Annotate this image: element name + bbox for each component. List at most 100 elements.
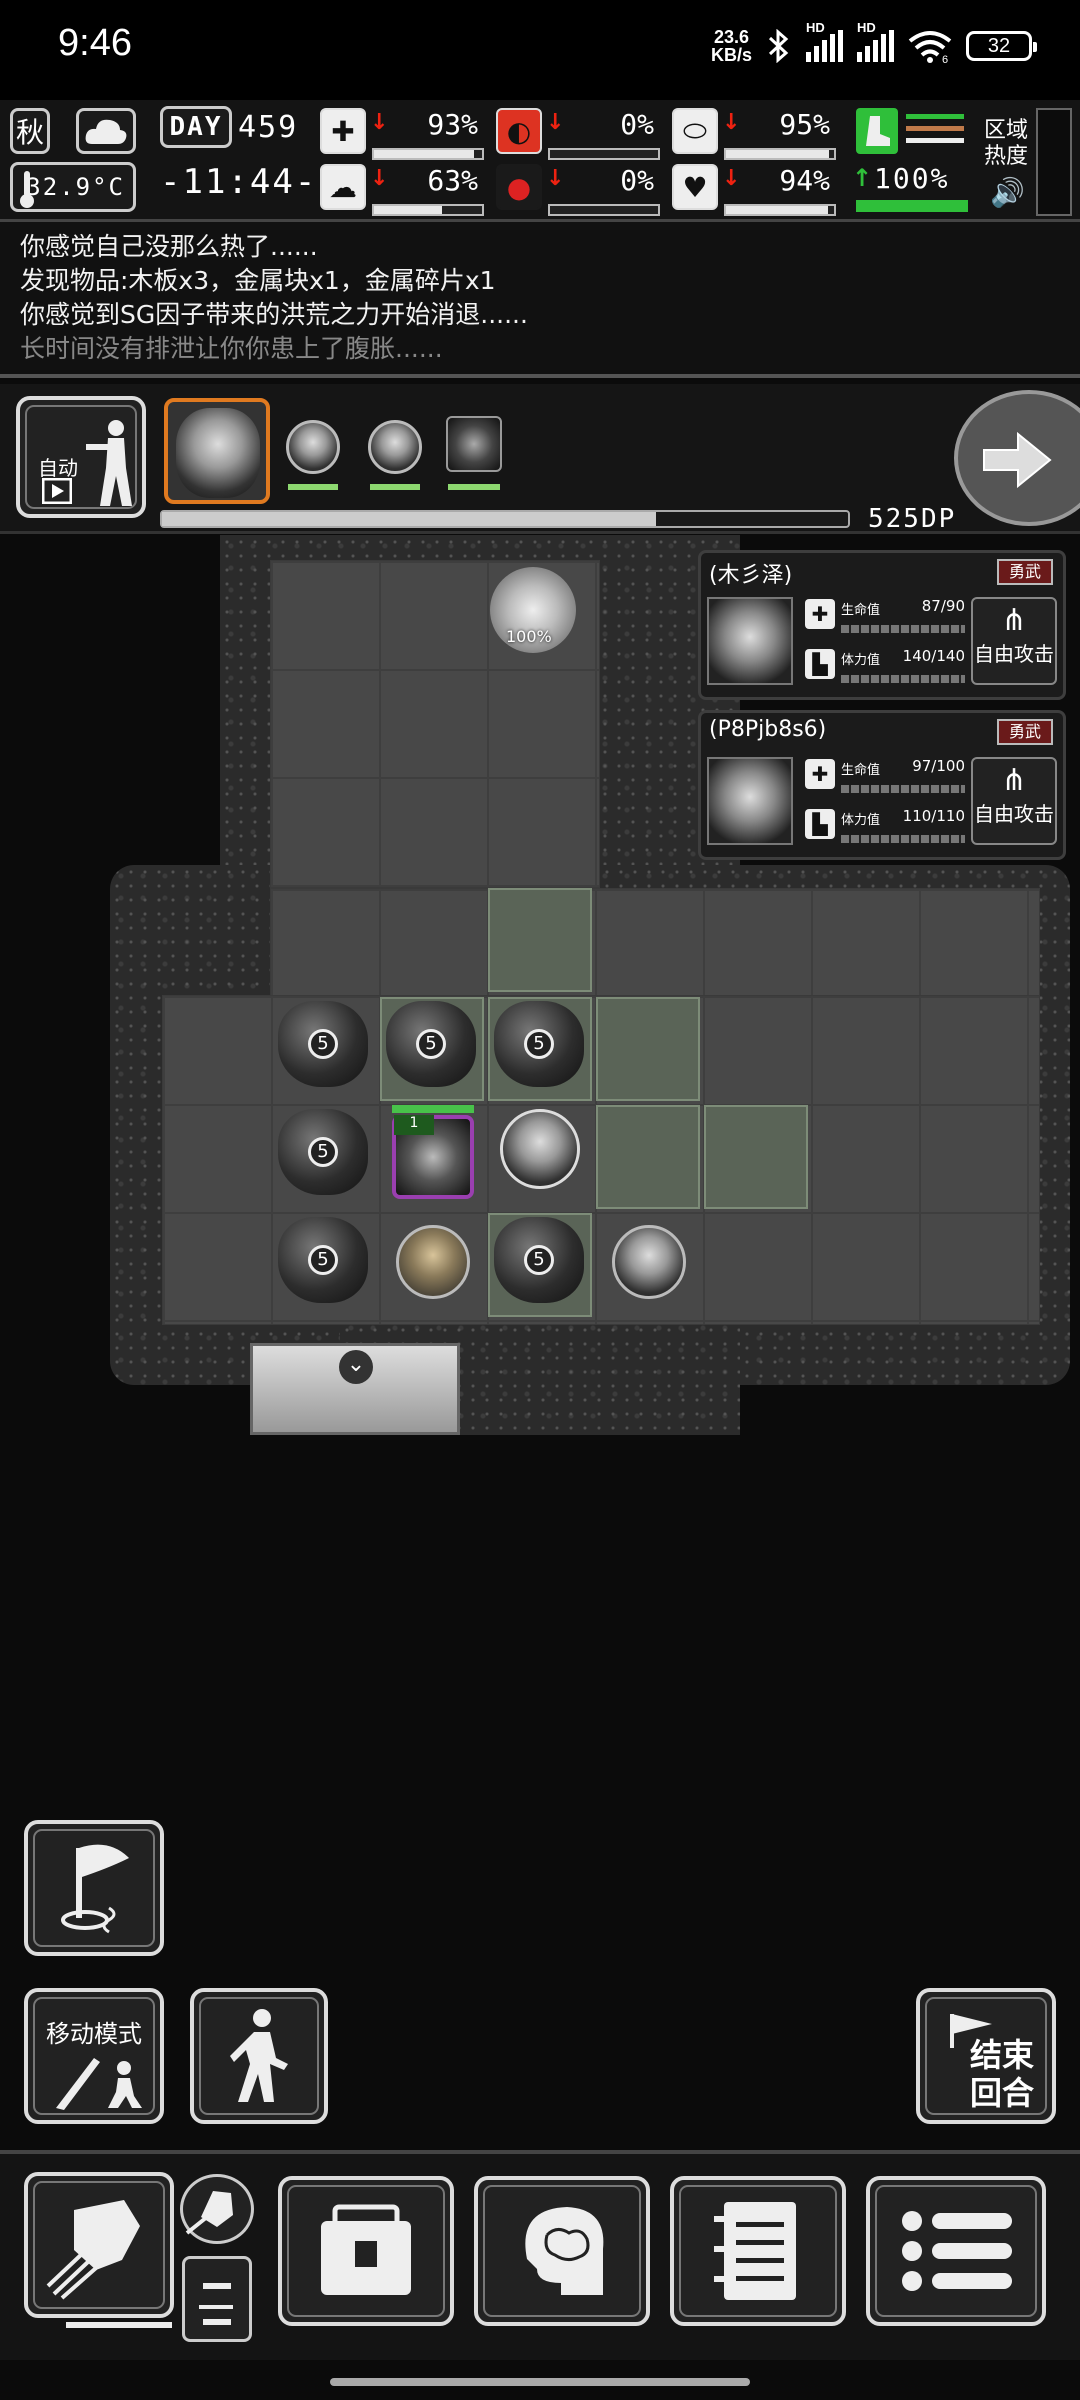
status-icons: 23.6 KB/s HD HD 6 32 xyxy=(711,20,1037,64)
loot-percent: 100% xyxy=(506,627,552,646)
sim1-label: HD xyxy=(806,20,825,35)
hp-bar xyxy=(841,785,965,793)
trident-icon: ⋔ xyxy=(1001,603,1027,638)
enemy-monster-avatar[interactable] xyxy=(446,416,502,472)
waypoint-flag-button[interactable] xyxy=(24,1820,164,1956)
avatar xyxy=(707,757,793,845)
log-line: 你感觉自己没那么热了...... xyxy=(20,232,318,261)
menu-list-icon xyxy=(902,2211,1012,2291)
backpack-icon xyxy=(321,2204,411,2295)
clock-time: 9:46 xyxy=(58,22,132,64)
character-token[interactable] xyxy=(500,1109,580,1189)
enemy-hp-bar xyxy=(392,1105,474,1113)
unit-card[interactable]: (P8Pjb8s6) 勇武 ✚ 生命值 97/100 ▙ 体力值 110/110… xyxy=(698,710,1066,860)
stamina-row: ▙ 体力值 140/140 xyxy=(805,647,965,683)
avatar xyxy=(707,597,793,685)
rock-obstacle[interactable]: 5 xyxy=(494,1001,584,1087)
sanity-value: 63% xyxy=(427,164,478,197)
rock-count: 5 xyxy=(416,1029,446,1059)
weather-cloudy-icon xyxy=(76,108,136,154)
sim2-signal-icon: HD xyxy=(857,20,894,62)
wifi-badge: 6 xyxy=(942,54,948,63)
menu-button[interactable] xyxy=(866,2176,1046,2326)
log-line: 长时间没有排泄让你你患上了腹胀...... xyxy=(20,334,443,363)
bladder-icon: ⬭ xyxy=(672,108,718,154)
craft-punch-button[interactable] xyxy=(24,2172,174,2318)
home-indicator[interactable] xyxy=(330,2378,750,2386)
rock-obstacle[interactable]: 5 xyxy=(278,1217,368,1303)
hunger-bar xyxy=(548,148,660,160)
skills-button[interactable] xyxy=(474,2176,650,2326)
enemy-level: 1 xyxy=(409,1115,419,1131)
walk-button[interactable] xyxy=(190,1988,328,2124)
arrow-right-icon xyxy=(983,432,1052,488)
move-mode-button[interactable]: 移动模式 xyxy=(24,1988,164,2124)
loot-pile-icon[interactable]: 100% xyxy=(490,567,576,653)
wifi-icon: 6 xyxy=(908,31,952,63)
day-label: DAY xyxy=(169,112,223,142)
soldier-icon xyxy=(86,420,132,506)
speaker-icon[interactable]: 🔊 xyxy=(990,176,1025,209)
throw-button[interactable] xyxy=(180,2174,254,2244)
exit-gate[interactable]: ⌄ xyxy=(250,1343,460,1435)
mood-stat: ♥ ↓ 94% xyxy=(672,164,838,216)
party-member-avatar[interactable] xyxy=(286,420,340,474)
enemy-hp xyxy=(448,484,500,490)
log-line: 你感觉到SG因子带来的洪荒之力开始消退...... xyxy=(20,300,528,329)
character-token[interactable] xyxy=(612,1225,686,1299)
knife-and-run-icon xyxy=(56,2058,142,2110)
trident-icon: ⋔ xyxy=(1001,763,1027,798)
hp-label: 生命值 xyxy=(841,763,881,778)
unit-card[interactable]: (木彡泽) 勇武 ✚ 生命值 87/90 ▙ 体力值 140/140 ⋔ 自由攻… xyxy=(698,550,1066,700)
flag-icon xyxy=(61,1844,129,1934)
mood-value: 94% xyxy=(779,164,830,197)
rock-obstacle[interactable]: 5 xyxy=(386,1001,476,1087)
movable-tile[interactable] xyxy=(488,888,592,992)
bottom-action-bar xyxy=(0,2150,1080,2360)
hunger-value: 0% xyxy=(620,108,654,141)
trend-down-icon: ↓ xyxy=(546,166,565,191)
rock-obstacle[interactable]: 5 xyxy=(494,1217,584,1303)
slot-toggle-button[interactable] xyxy=(182,2256,252,2342)
rock-count: 5 xyxy=(308,1245,338,1275)
end-turn-button[interactable]: 结束 回合 xyxy=(916,1988,1056,2124)
message-log: 你感觉自己没那么热了...... 发现物品:木板x3，金属块x1，金属碎片x1 … xyxy=(0,222,1080,378)
inventory-button[interactable] xyxy=(278,2176,454,2326)
hp-value: 87/90 xyxy=(921,597,965,615)
free-attack-button[interactable]: ⋔ 自由攻击 xyxy=(971,597,1057,685)
health-bar xyxy=(372,148,484,160)
floor-tiles[interactable] xyxy=(270,888,1040,998)
rock-count: 5 xyxy=(524,1245,554,1275)
journal-button[interactable] xyxy=(670,2176,846,2326)
unit-name: (P8Pjb8s6) xyxy=(709,717,827,742)
head-brain-icon xyxy=(525,2207,604,2295)
stamina-value: 100% xyxy=(874,162,950,195)
rock-obstacle[interactable]: 5 xyxy=(278,1109,368,1195)
party-member-avatar[interactable] xyxy=(368,420,422,474)
stamina-row: ▙ 体力值 110/110 xyxy=(805,807,965,843)
movable-tile[interactable] xyxy=(596,1105,700,1209)
bladder-bar xyxy=(724,148,836,160)
rock-count: 5 xyxy=(308,1137,338,1167)
hp-label: 生命值 xyxy=(841,603,881,618)
temperature-value: 32.9°C xyxy=(26,173,125,201)
sim2-label: HD xyxy=(857,20,876,35)
season-box: 秋 xyxy=(10,108,50,154)
rock-obstacle[interactable]: 5 xyxy=(278,1001,368,1087)
character-token[interactable] xyxy=(396,1225,470,1299)
medkit-icon: ✚ xyxy=(805,759,835,789)
thirst-stat: ● ↓ 0% xyxy=(496,164,662,216)
temperature-box: 32.9°C xyxy=(10,162,136,212)
stamina-label: 体力值 xyxy=(841,653,881,668)
auto-mode-button[interactable]: 自动 xyxy=(16,396,146,518)
party-bar: 自动 525DP xyxy=(0,384,1080,534)
movable-tile[interactable] xyxy=(704,1105,808,1209)
free-attack-button[interactable]: ⋔ 自由攻击 xyxy=(971,757,1057,845)
next-turn-arrow-button[interactable] xyxy=(954,390,1080,526)
movable-tile[interactable] xyxy=(596,997,700,1101)
trend-down-icon: ↓ xyxy=(546,110,565,135)
play-icon xyxy=(42,478,72,504)
battery-icon: 32 xyxy=(966,31,1037,61)
active-character-portrait[interactable] xyxy=(164,398,270,504)
speed-value: 23.6 xyxy=(713,27,750,47)
